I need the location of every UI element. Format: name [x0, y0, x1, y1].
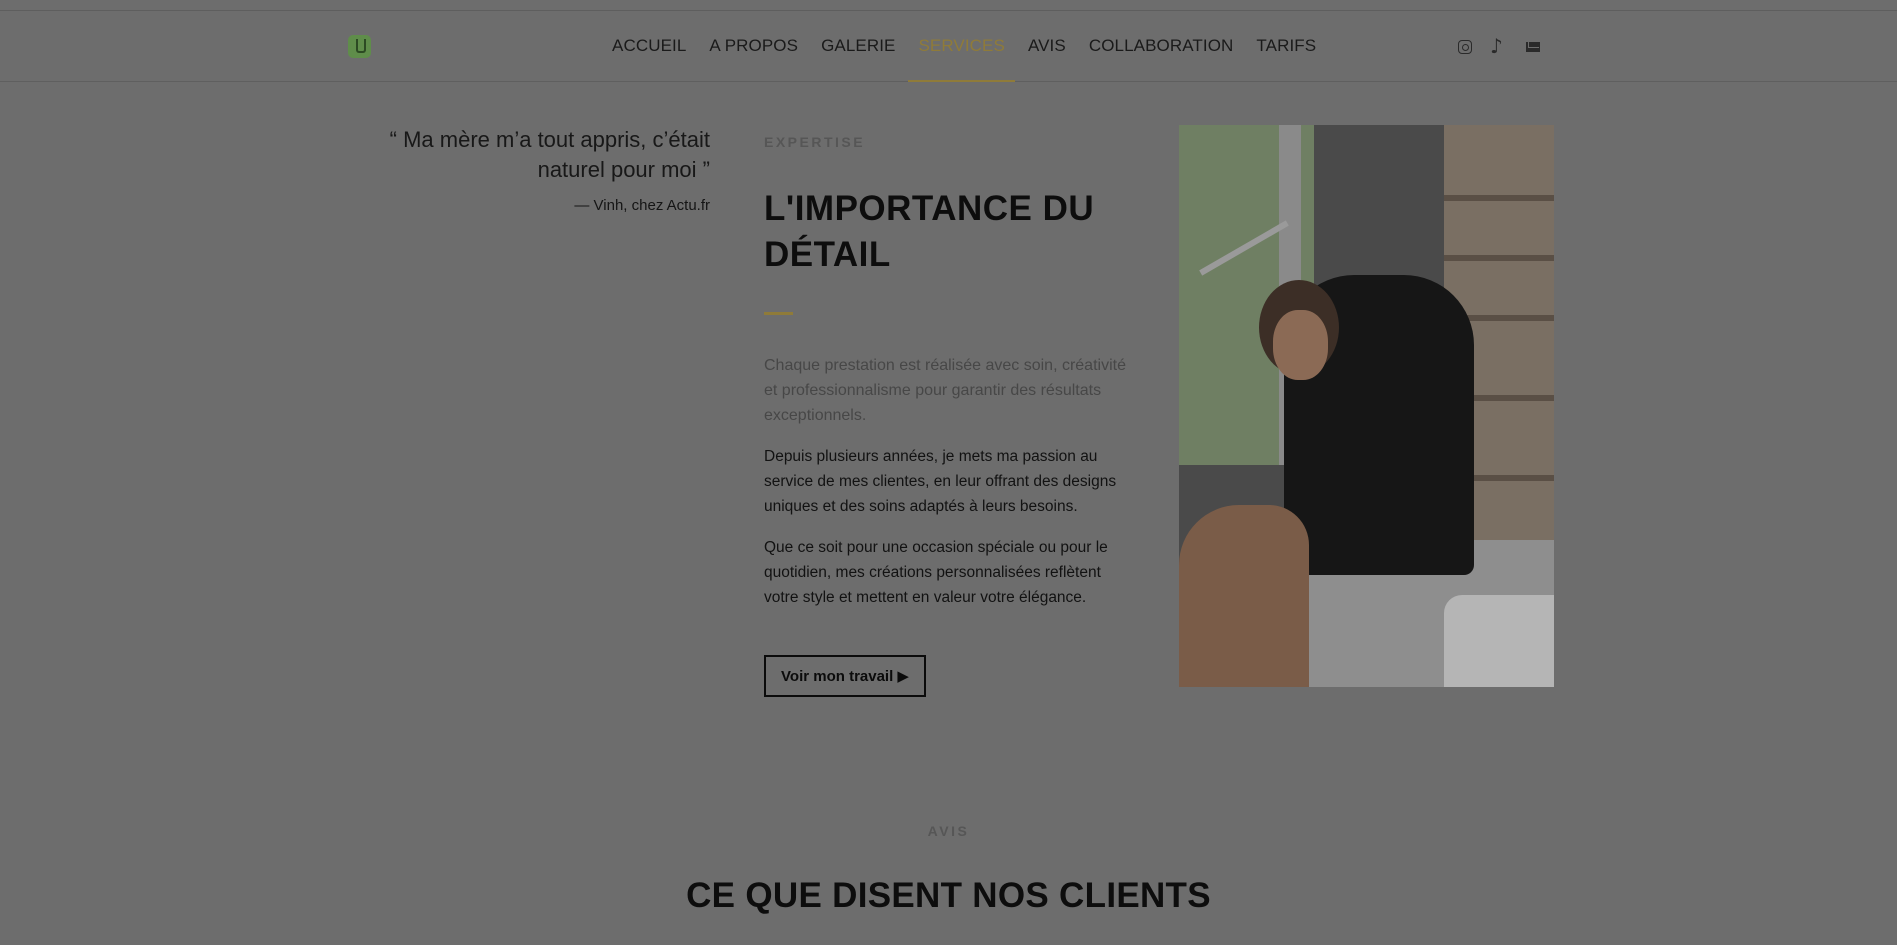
- nav-item-galerie[interactable]: GALERIE: [821, 11, 895, 81]
- reviews-title: CE QUE DISENT NOS CLIENTS: [686, 876, 1211, 915]
- nav-item-collaboration[interactable]: COLLABORATION: [1089, 11, 1234, 81]
- section-title: L'IMPORTANCE DU DÉTAIL: [764, 189, 1095, 274]
- body-paragraph-2: Que ce soit pour une occasion spéciale o…: [764, 539, 1108, 606]
- expertise-section: EXPERTISE L'IMPORTANCE DU DÉTAIL Chaque …: [764, 134, 1134, 610]
- main-nav: ACCUEIL A PROPOS GALERIE SERVICES AVIS C…: [612, 11, 1316, 82]
- lead-paragraph: Chaque prestation est réalisée avec soin…: [764, 357, 1126, 424]
- nav-item-a-propos[interactable]: A PROPOS: [709, 11, 798, 81]
- logo[interactable]: [348, 35, 371, 58]
- quote-author: — Vinh, chez Actu.fr: [574, 197, 710, 214]
- site-header: ACCUEIL A PROPOS GALERIE SERVICES AVIS C…: [0, 11, 1897, 82]
- accent-divider: [764, 312, 793, 315]
- testimonial-quote: “ Ma mère m’a tout appris, c’était natur…: [370, 125, 710, 214]
- manicurist-photo: [1179, 125, 1554, 687]
- section-eyebrow: EXPERTISE: [764, 134, 866, 150]
- quote-text: “ Ma mère m’a tout appris, c’était natur…: [389, 127, 710, 182]
- nav-item-avis[interactable]: AVIS: [1028, 11, 1066, 81]
- view-work-button[interactable]: Voir mon travail ▶: [764, 655, 926, 697]
- nav-item-services[interactable]: SERVICES: [908, 11, 1016, 82]
- mail-icon[interactable]: [1526, 42, 1540, 52]
- reviews-eyebrow: AVIS: [927, 823, 970, 839]
- nav-item-tarifs[interactable]: TARIFS: [1256, 11, 1316, 81]
- instagram-icon[interactable]: [1458, 40, 1472, 54]
- social-links: [1458, 34, 1540, 58]
- body-paragraph-1: Depuis plusieurs années, je mets ma pass…: [764, 448, 1117, 515]
- tiktok-icon[interactable]: [1490, 34, 1508, 58]
- nav-item-accueil[interactable]: ACCUEIL: [612, 11, 686, 81]
